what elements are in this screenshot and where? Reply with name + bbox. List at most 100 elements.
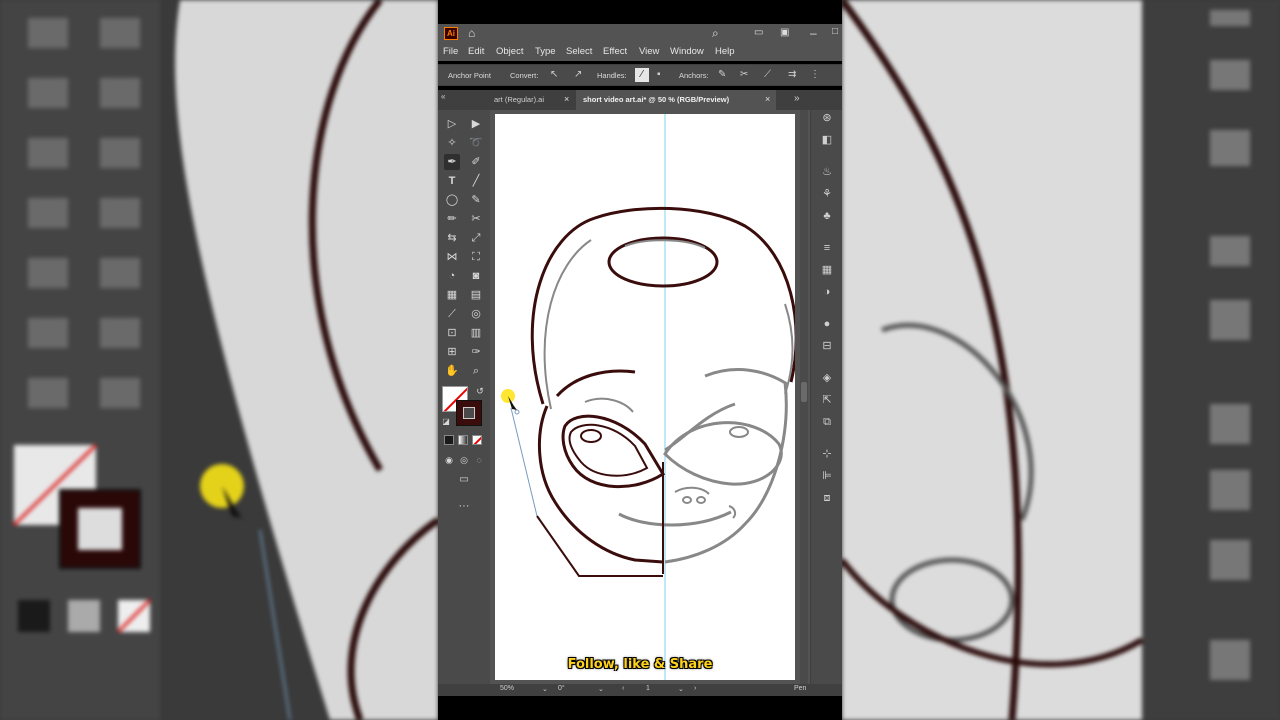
prev-artboard-icon[interactable]: ‹ [622, 685, 624, 692]
hide-handles-icon[interactable]: ▪ [657, 69, 661, 80]
default-fill-stroke-icon[interactable]: ◪ [438, 414, 454, 430]
maximize-icon[interactable]: □ [832, 26, 838, 38]
control-bar: Anchor Point Convert: ↖ ↗ Handles: ⁄ ▪ A… [438, 64, 842, 86]
properties-icon[interactable]: ⊛ [819, 110, 835, 126]
transparency-icon[interactable]: ◑ [819, 284, 835, 300]
remove-anchor-icon[interactable]: ✎ [718, 69, 726, 80]
more-tools-icon[interactable]: ··· [456, 498, 472, 514]
menu-select[interactable]: Select [566, 46, 592, 57]
width-tool-icon[interactable]: ⋈ [444, 249, 460, 265]
brushes-icon[interactable]: ⚘ [819, 186, 835, 202]
menu-effect[interactable]: Effect [603, 46, 627, 57]
artboard-tool-icon[interactable]: ⊞ [444, 344, 460, 360]
zoom-tool-icon[interactable]: ⌕ [468, 363, 484, 379]
curvature-tool-icon[interactable]: ✐ [468, 154, 484, 170]
panel-collapse-icon[interactable]: « [441, 92, 445, 101]
swap-fill-stroke-icon[interactable]: ↺ [472, 383, 488, 399]
minimize-icon[interactable]: – [810, 27, 817, 39]
align-panel-icon[interactable]: ⊫ [819, 468, 835, 484]
tab-short-video-art[interactable]: short video art.ai* @ 50 % (RGB/Preview) [583, 95, 729, 104]
convert-corner-icon[interactable]: ↖ [550, 69, 558, 80]
align-icon[interactable]: ⇉ [788, 69, 796, 80]
selection-tool-icon[interactable]: ▷ [444, 116, 460, 132]
rotation-value[interactable]: 0° [558, 685, 565, 692]
active-tab-close-icon[interactable]: × [765, 94, 770, 104]
nose-sketch [674, 486, 710, 495]
next-artboard-icon[interactable]: › [694, 685, 696, 692]
symbol-sprayer-tool-icon[interactable]: ⊡ [444, 325, 460, 341]
show-handles-icon[interactable]: ⁄ [635, 68, 649, 82]
graph-tool-icon[interactable]: ▥ [468, 325, 484, 341]
workspace-icon[interactable]: ▣ [780, 27, 789, 39]
type-tool-icon[interactable]: T [444, 173, 460, 189]
gradient-panel-icon[interactable]: ▦ [819, 262, 835, 278]
tabs-overflow-icon[interactable]: » [794, 93, 800, 104]
cut-path-icon[interactable]: ⟋ [764, 69, 771, 80]
draw-inside-icon[interactable]: ◌ [471, 452, 487, 468]
shape-builder-tool-icon[interactable]: ◔ [444, 268, 460, 284]
lasso-tool-icon[interactable]: ➰ [468, 135, 484, 151]
line-tool-icon[interactable]: ╱ [468, 173, 484, 189]
slice-tool-icon[interactable]: ✑ [468, 344, 484, 360]
artboard-number[interactable]: 1 [646, 685, 650, 692]
ellipse-tool-icon[interactable]: ◯ [444, 192, 460, 208]
graphic-styles-icon[interactable]: ⊟ [819, 338, 835, 354]
gradient-tool-icon[interactable]: ▤ [468, 287, 484, 303]
puppet-icon[interactable]: ♨ [819, 164, 835, 180]
right-nostril-sketch [696, 496, 706, 504]
pathfinder-icon[interactable]: ⧈ [819, 490, 835, 506]
rotation-dropdown-icon[interactable]: ⌄ [598, 685, 604, 693]
layers-icon[interactable]: ◈ [819, 370, 835, 386]
vertical-scrollbar[interactable] [800, 110, 808, 684]
menu-file[interactable]: File [443, 46, 458, 57]
convert-smooth-icon[interactable]: ↗ [574, 69, 582, 80]
direct-selection-tool-icon[interactable]: ▶ [468, 116, 484, 132]
search-icon[interactable]: ⌕ [712, 27, 719, 39]
zoom-level[interactable]: 50% [500, 685, 514, 692]
libraries-icon[interactable]: ◧ [819, 132, 835, 148]
menu-edit[interactable]: Edit [468, 46, 484, 57]
draw-normal-icon[interactable]: ◉ [441, 452, 457, 468]
menu-help[interactable]: Help [715, 46, 735, 57]
home-icon[interactable]: ⌂ [468, 27, 475, 39]
reflect-tool-icon[interactable]: ⇆ [444, 230, 460, 246]
scrollbar-thumb[interactable] [801, 382, 807, 402]
more-options-icon[interactable]: ⋮ [810, 69, 820, 80]
menu-window[interactable]: Window [670, 46, 704, 57]
export-icon[interactable]: ⇱ [819, 392, 835, 408]
eyedropper-tool-icon[interactable]: ⟋ [444, 306, 460, 322]
pen-tool-icon[interactable]: ✒ [444, 154, 460, 170]
menu-type[interactable]: Type [535, 46, 556, 57]
tab-art-regular[interactable]: art (Regular).ai [494, 95, 544, 104]
paintbrush-tool-icon[interactable]: ✎ [468, 192, 484, 208]
gradient-mode-icon[interactable] [458, 435, 468, 445]
scissors-tool-icon[interactable]: ✂ [468, 211, 484, 227]
scale-tool-icon[interactable]: ⤢ [468, 230, 484, 246]
connect-anchor-icon[interactable]: ✂ [740, 69, 748, 80]
magic-wand-tool-icon[interactable]: ✧ [444, 135, 460, 151]
artboards-panel-icon[interactable]: ⧉ [819, 414, 835, 430]
color-mode-icon[interactable] [444, 435, 454, 445]
brow-left-shadow [584, 397, 634, 413]
handles-label: Handles: [597, 71, 627, 80]
artboard-dropdown-icon[interactable]: ⌄ [678, 685, 684, 693]
tab-close-icon[interactable]: × [564, 94, 569, 104]
symbols-icon[interactable]: ♣ [819, 208, 835, 224]
menu-object[interactable]: Object [496, 46, 523, 57]
pencil-tool-icon[interactable]: ✏ [444, 211, 460, 227]
transform-icon[interactable]: ⊹ [819, 446, 835, 462]
live-paint-tool-icon[interactable]: ◙ [468, 268, 484, 284]
free-transform-tool-icon[interactable]: ⛶ [468, 249, 484, 265]
zoom-dropdown-icon[interactable]: ⌄ [542, 685, 548, 693]
draw-behind-icon[interactable]: ◎ [456, 452, 472, 468]
stroke-panel-icon[interactable]: ≡ [819, 240, 835, 256]
hand-tool-icon[interactable]: ✋ [444, 363, 460, 379]
screen-mode-icon[interactable]: ▭ [456, 472, 472, 488]
blend-tool-icon[interactable]: ◎ [468, 306, 484, 322]
arrange-documents-icon[interactable]: ▭ [754, 27, 763, 39]
mesh-tool-icon[interactable]: ▦ [444, 287, 460, 303]
none-mode-icon[interactable] [472, 435, 482, 445]
menu-view[interactable]: View [639, 46, 659, 57]
stroke-swatch[interactable] [456, 400, 482, 426]
appearance-icon[interactable]: ● [819, 316, 835, 332]
